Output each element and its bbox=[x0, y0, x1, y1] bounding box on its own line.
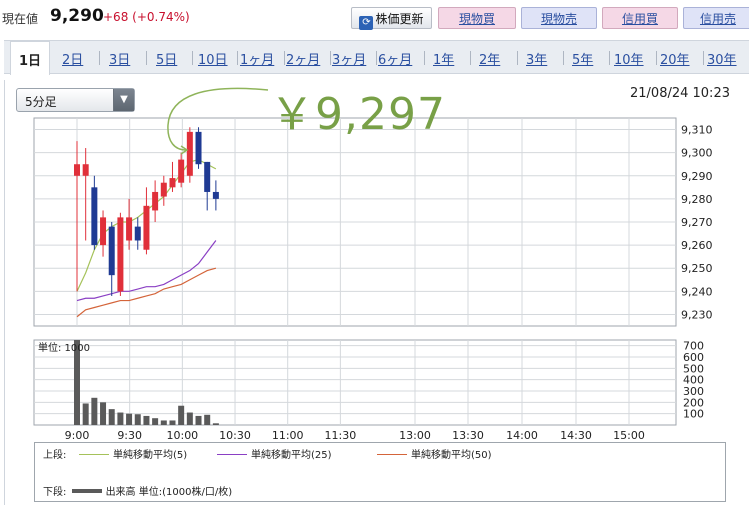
legend-volume-swatch bbox=[71, 489, 102, 493]
legend-ma50-swatch bbox=[377, 454, 407, 455]
legend-volume-label: 出来高 単位:(1000株/口/枚) bbox=[105, 487, 233, 498]
volume-bar bbox=[212, 423, 219, 425]
legend-ma5-swatch bbox=[79, 454, 109, 455]
time-tick-label: 13:00 bbox=[399, 429, 431, 442]
legend-ma50-label: 単純移動平均(50) bbox=[411, 450, 492, 461]
volume-plot-border bbox=[33, 339, 677, 426]
volume-bar bbox=[126, 413, 133, 425]
time-tick-label: 9:30 bbox=[117, 429, 142, 442]
time-tick-label: 9:00 bbox=[65, 429, 90, 442]
time-axis-labels: 9:00 9:30 10:00 10:30 11:00 11:30 13:00 13:30 14… bbox=[65, 429, 645, 442]
volume-bar bbox=[82, 403, 89, 425]
volume-tick-label: 500 bbox=[683, 362, 704, 375]
volume-axis-labels: 100200300400500600700 bbox=[683, 340, 704, 421]
price-axis-labels: 9,230 9,240 9,250 9,260 9,270 9,280 9,290 9,300… bbox=[681, 124, 713, 322]
time-tick-label: 14:30 bbox=[560, 429, 592, 442]
time-tick-label: 10:30 bbox=[219, 429, 251, 442]
price-tick-label: 9,300 bbox=[681, 147, 713, 160]
legend-lower-label: 下段: bbox=[43, 487, 67, 498]
candle-body bbox=[74, 164, 80, 176]
candle-body bbox=[160, 182, 167, 197]
volume-bar bbox=[169, 420, 176, 425]
price-tick-label: 9,250 bbox=[681, 262, 713, 275]
time-tick-label: 11:30 bbox=[325, 429, 357, 442]
volume-bar bbox=[195, 415, 202, 425]
volume-grid bbox=[33, 339, 677, 426]
candle-body bbox=[100, 217, 107, 246]
time-tick-label: 11:00 bbox=[272, 429, 304, 442]
chart-legend: 上段: 単純移動平均(5) 単純移動平均(25) 単純移動平均(50) 下段: … bbox=[34, 442, 726, 502]
price-tick-label: 9,230 bbox=[681, 308, 713, 321]
legend-ma25: 単純移動平均(25) bbox=[215, 446, 332, 461]
volume-tick-label: 600 bbox=[683, 351, 704, 364]
time-tick-label: 15:00 bbox=[613, 429, 645, 442]
legend-ma25-swatch bbox=[217, 454, 247, 455]
volume-bar bbox=[152, 418, 159, 425]
candle-body bbox=[212, 191, 219, 199]
price-tick-label: 9,280 bbox=[681, 193, 713, 206]
candle-body bbox=[143, 205, 150, 250]
candle-body bbox=[82, 164, 89, 176]
legend-upper-label: 上段: bbox=[43, 450, 67, 461]
volume-bar bbox=[134, 414, 141, 425]
volume-bar bbox=[108, 409, 115, 425]
price-tick-label: 9,260 bbox=[681, 239, 713, 252]
time-tick-label: 10:00 bbox=[166, 429, 198, 442]
candle-body bbox=[117, 217, 124, 292]
candle-body bbox=[204, 161, 211, 192]
highlight-price: ￥9,297 bbox=[270, 89, 446, 140]
volume-bar bbox=[100, 402, 107, 425]
candle-body bbox=[169, 178, 176, 188]
volume-bar bbox=[186, 412, 193, 425]
volume-tick-label: 400 bbox=[683, 374, 704, 387]
volume-tick-label: 100 bbox=[683, 408, 704, 421]
legend-ma5-label: 単純移動平均(5) bbox=[113, 450, 188, 461]
legend-ma5: 単純移動平均(5) bbox=[77, 446, 187, 461]
volume-bar bbox=[160, 420, 167, 425]
price-tick-label: 9,240 bbox=[681, 285, 713, 298]
price-tick-label: 9,310 bbox=[681, 124, 713, 137]
volume-unit-label: 単位: 1000 bbox=[38, 341, 90, 354]
volume-bar bbox=[178, 405, 185, 425]
time-tick-label: 13:30 bbox=[452, 429, 484, 442]
price-tick-label: 9,290 bbox=[681, 170, 713, 183]
legend-volume: 下段: 出来高 単位:(1000株/口/枚) bbox=[43, 483, 232, 498]
candlestick-chart: 9,230 9,240 9,250 9,260 9,270 9,280 9,290 9,300… bbox=[33, 87, 713, 442]
volume-tick-label: 200 bbox=[683, 396, 704, 409]
candle-body bbox=[195, 131, 202, 165]
candle-body bbox=[178, 159, 185, 183]
candle-body bbox=[152, 191, 159, 211]
candle-body bbox=[186, 131, 193, 176]
candle-body bbox=[91, 187, 98, 246]
volume-tick-label: 700 bbox=[683, 340, 704, 353]
volume-bar bbox=[204, 414, 211, 425]
volume-bar bbox=[117, 412, 124, 425]
volume-bar bbox=[143, 415, 150, 425]
volume-tick-label: 300 bbox=[683, 385, 704, 398]
legend-ma25-label: 単純移動平均(25) bbox=[251, 450, 332, 461]
price-tick-label: 9,270 bbox=[681, 216, 713, 229]
legend-ma50: 単純移動平均(50) bbox=[375, 446, 492, 461]
candle-body bbox=[134, 226, 141, 241]
candle-body bbox=[126, 217, 133, 241]
candle-body bbox=[108, 226, 115, 276]
volume-bar bbox=[91, 397, 98, 425]
time-tick-label: 14:00 bbox=[506, 429, 538, 442]
